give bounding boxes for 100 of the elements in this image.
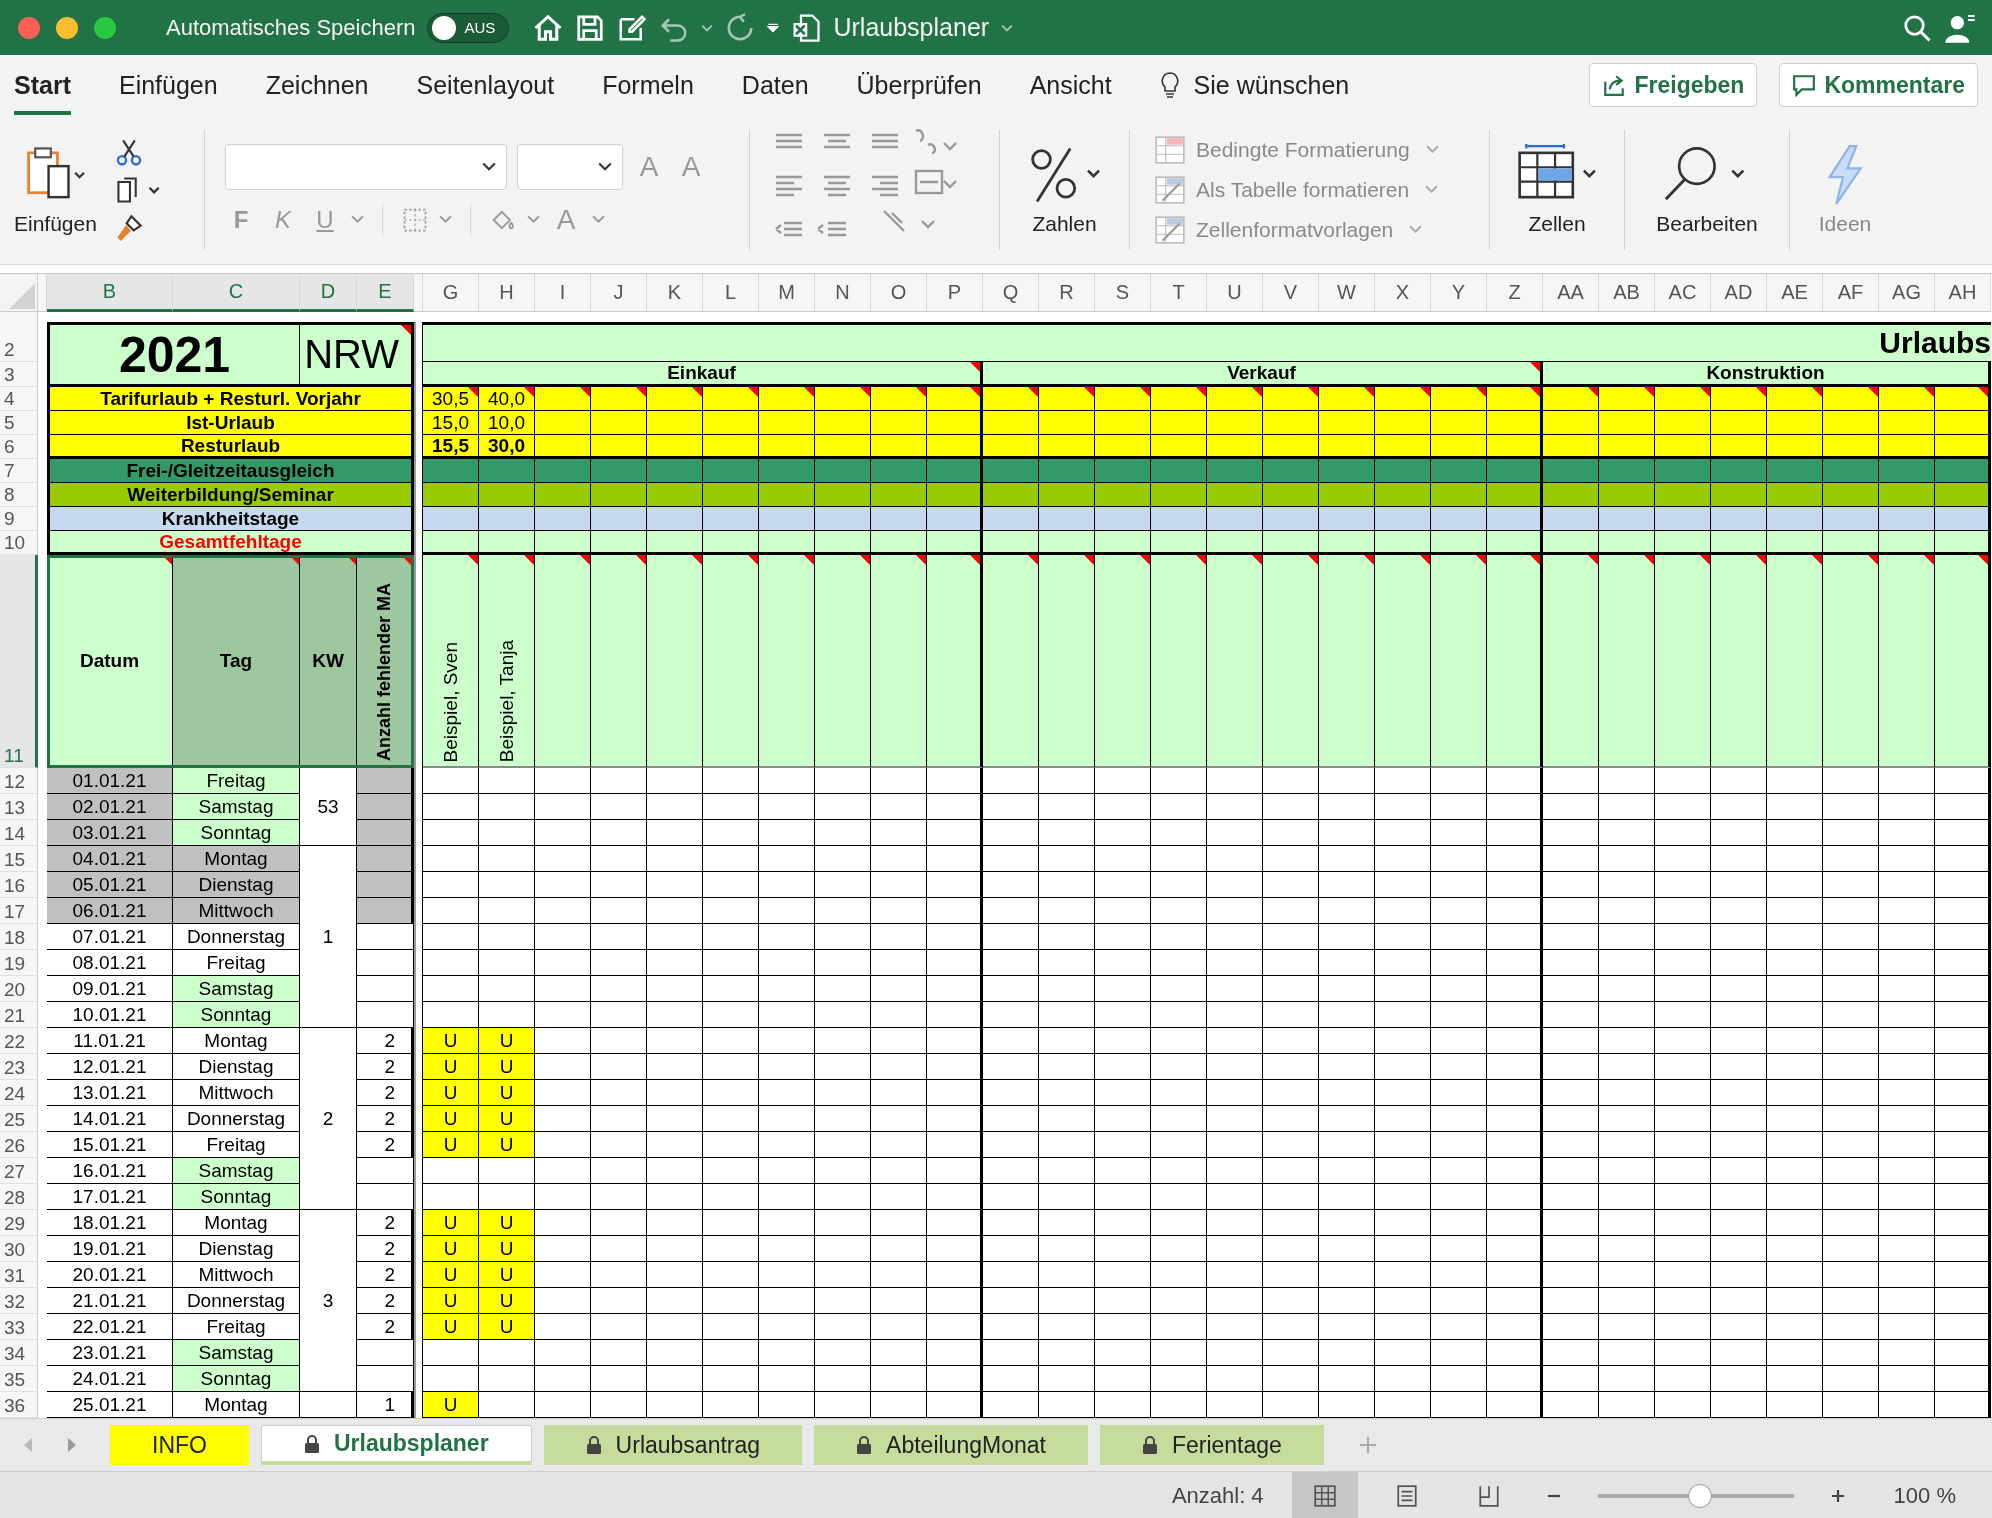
row-header[interactable]: 36 xyxy=(0,1392,38,1418)
row-header[interactable]: 30 xyxy=(0,1236,38,1262)
column-header[interactable]: AD xyxy=(1711,274,1767,312)
row-header[interactable]: 21 xyxy=(0,1002,38,1028)
row-header[interactable]: 11 xyxy=(0,555,38,768)
row-header[interactable]: 35 xyxy=(0,1366,38,1392)
column-header[interactable]: AA xyxy=(1543,274,1599,312)
row-header[interactable]: 24 xyxy=(0,1080,38,1106)
copy-icon[interactable] xyxy=(114,175,161,204)
autosave-toggle[interactable]: AUS xyxy=(427,12,510,43)
minimize-button[interactable] xyxy=(56,16,78,39)
number-format-button[interactable]: Zahlen xyxy=(1025,143,1104,236)
column-header[interactable]: E xyxy=(357,274,414,312)
ribbon-tab[interactable]: Einfügen xyxy=(118,55,218,115)
row-header[interactable]: 6 xyxy=(0,435,38,459)
column-header[interactable]: D xyxy=(300,274,357,312)
column-header[interactable]: P xyxy=(927,274,983,312)
tell-me-field[interactable]: Sie wünschen xyxy=(1193,70,1350,100)
ribbon-tab[interactable]: Formeln xyxy=(602,55,694,115)
column-header[interactable]: B xyxy=(47,274,173,312)
zoom-button[interactable] xyxy=(94,16,116,39)
row-header[interactable]: 14 xyxy=(0,820,38,846)
search-icon[interactable] xyxy=(1902,12,1932,43)
column-header[interactable]: AB xyxy=(1599,274,1655,312)
column-header[interactable] xyxy=(38,274,47,312)
scissors-icon[interactable] xyxy=(114,137,143,166)
row-header[interactable]: 9 xyxy=(0,507,38,531)
row-header[interactable] xyxy=(0,312,38,322)
row-header[interactable]: 27 xyxy=(0,1158,38,1184)
row-header[interactable]: 22 xyxy=(0,1028,38,1054)
row-header[interactable]: 7 xyxy=(0,459,38,483)
column-header[interactable]: T xyxy=(1151,274,1207,312)
normal-view-button[interactable] xyxy=(1291,1471,1358,1518)
row-header[interactable]: 2 xyxy=(0,322,38,362)
row-header[interactable]: 33 xyxy=(0,1314,38,1340)
sheet-tab[interactable]: INFO xyxy=(110,1425,249,1465)
row-header[interactable]: 18 xyxy=(0,924,38,950)
column-header[interactable]: X xyxy=(1375,274,1431,312)
column-header[interactable]: Y xyxy=(1431,274,1487,312)
save-icon[interactable] xyxy=(575,12,606,43)
cells-button[interactable]: Zellen xyxy=(1512,143,1602,236)
column-header[interactable] xyxy=(414,274,423,312)
row-header[interactable]: 10 xyxy=(0,531,38,555)
column-header[interactable]: H xyxy=(479,274,535,312)
column-header[interactable]: R xyxy=(1039,274,1095,312)
format-painter-icon[interactable] xyxy=(114,213,143,242)
row-header[interactable]: 12 xyxy=(0,768,38,794)
paste-button[interactable]: Einfügen xyxy=(14,143,97,236)
sheet-tab[interactable]: Ferientage xyxy=(1099,1425,1324,1465)
column-header[interactable]: S xyxy=(1095,274,1151,312)
row-header[interactable]: 20 xyxy=(0,976,38,1002)
ribbon-tab[interactable]: Überprüfen xyxy=(856,55,982,115)
ribbon-tab[interactable]: Ansicht xyxy=(1029,55,1112,115)
row-header[interactable]: 4 xyxy=(0,387,38,411)
row-header[interactable]: 19 xyxy=(0,950,38,976)
comments-button[interactable]: Kommentare xyxy=(1779,63,1978,107)
row-header[interactable]: 31 xyxy=(0,1262,38,1288)
sheet-tab[interactable]: AbteilungMonat xyxy=(814,1425,1088,1465)
column-header[interactable]: Z xyxy=(1487,274,1543,312)
row-header[interactable]: 5 xyxy=(0,411,38,435)
row-header[interactable]: 25 xyxy=(0,1106,38,1132)
more-icon[interactable] xyxy=(767,22,780,33)
select-all-button[interactable] xyxy=(0,274,38,312)
sheet-tab[interactable]: Urlaubsantrag xyxy=(543,1425,803,1465)
previous-sheet-icon[interactable] xyxy=(22,1437,34,1453)
column-header[interactable]: AE xyxy=(1767,274,1823,312)
column-header[interactable]: L xyxy=(703,274,759,312)
row-header[interactable]: 17 xyxy=(0,898,38,924)
slider-thumb[interactable] xyxy=(1687,1483,1712,1508)
column-header[interactable]: AG xyxy=(1879,274,1935,312)
column-header[interactable]: U xyxy=(1207,274,1263,312)
zoom-in-icon[interactable] xyxy=(1829,1487,1846,1504)
row-header[interactable]: 34 xyxy=(0,1340,38,1366)
column-header[interactable]: AC xyxy=(1655,274,1711,312)
caret-icon[interactable] xyxy=(701,22,714,33)
edit-button[interactable]: Bearbeiten xyxy=(1656,143,1758,236)
column-header[interactable]: I xyxy=(535,274,591,312)
ribbon-tab[interactable]: Seitenlayout xyxy=(416,55,555,115)
next-sheet-icon[interactable] xyxy=(66,1437,78,1453)
column-header[interactable]: C xyxy=(173,274,300,312)
share-button[interactable]: Freigeben xyxy=(1589,63,1758,107)
row-header[interactable]: 23 xyxy=(0,1054,38,1080)
add-sheet-icon[interactable] xyxy=(1357,1435,1378,1455)
column-header[interactable]: Q xyxy=(983,274,1039,312)
row-header[interactable]: 29 xyxy=(0,1210,38,1236)
column-header[interactable]: G xyxy=(423,274,479,312)
edit-document-icon[interactable] xyxy=(617,12,648,43)
column-header[interactable]: V xyxy=(1263,274,1319,312)
column-header[interactable]: AH xyxy=(1935,274,1991,312)
column-header[interactable]: N xyxy=(815,274,871,312)
ribbon-tab[interactable]: Zeichnen xyxy=(265,55,369,115)
row-header[interactable]: 26 xyxy=(0,1132,38,1158)
row-header[interactable]: 16 xyxy=(0,872,38,898)
row-header[interactable]: 3 xyxy=(0,362,38,387)
row-header[interactable]: 15 xyxy=(0,846,38,872)
row-header[interactable]: 8 xyxy=(0,483,38,507)
row-header[interactable]: 13 xyxy=(0,794,38,820)
home-icon[interactable] xyxy=(533,12,564,43)
row-header[interactable]: 28 xyxy=(0,1184,38,1210)
column-header[interactable]: K xyxy=(647,274,703,312)
